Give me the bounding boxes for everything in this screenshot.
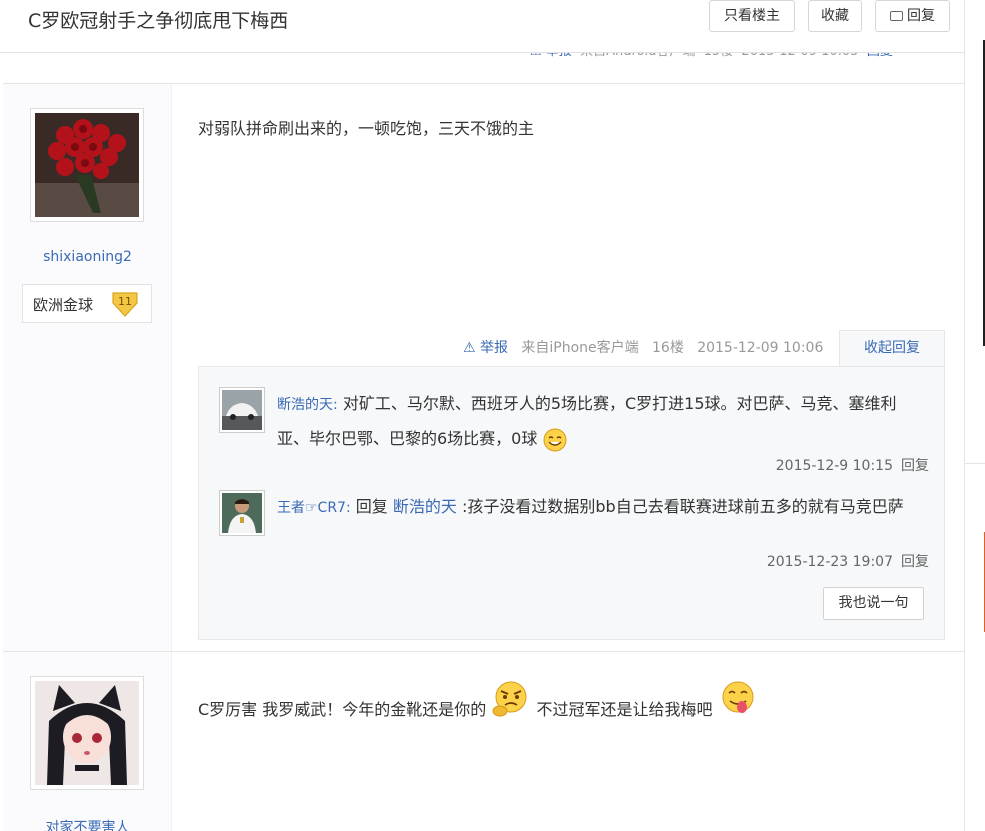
reply-item: 王者☞CR7: 回复 断浩的天 :孩子没看过数据别bb自己去看联赛进球前五多的就… [219, 490, 929, 580]
thread-title: C罗欧冠射手之争彻底甩下梅西 [28, 10, 289, 32]
badge-name: 欧洲金球 [33, 296, 94, 314]
thread-page: C罗欧冠射手之争彻底甩下梅西 只看楼主 收藏 回复 ⚠ 举报 来自Android… [0, 0, 985, 831]
reply-prefix: 回复 [355, 497, 388, 516]
post-text-part1: C罗厉害 我罗威武！今年的金靴还是你的 [198, 700, 487, 719]
reply-button[interactable]: 回复 [875, 0, 950, 32]
reply-body: 对矿工、马尔默、西班牙人的5场比赛，C罗打进15球。对巴萨、马竞、塞维利亚、毕尔… [277, 394, 897, 448]
reply-text: 王者☞CR7: 回复 断浩的天 :孩子没看过数据别bb自己去看联赛进球前五多的就… [277, 490, 927, 525]
report-link[interactable]: ⚠ 举报 [463, 340, 508, 356]
author-column: shixiaoning2 欧洲金球 11 [3, 84, 172, 651]
favorite-button[interactable]: 收藏 [808, 0, 862, 32]
username-link[interactable]: shixiaoning2 [3, 249, 172, 265]
thread-header: C罗欧冠射手之争彻底甩下梅西 只看楼主 收藏 回复 [0, 0, 964, 53]
tongue-emoji-icon [722, 681, 754, 713]
fold-replies-button[interactable]: 收起回复 [839, 330, 945, 366]
reply-meta: 2015-12-23 19:07 回复 [767, 551, 929, 571]
post-text-part2: 不过冠军还是让给我梅吧 [536, 700, 713, 719]
grin-emoji-icon [543, 428, 567, 451]
angry-emoji-icon [492, 681, 527, 717]
reply-target-link[interactable]: 断浩的天 [393, 497, 457, 516]
post-content: 对弱队拼命刷出来的，一顿吃饱，三天不饿的主 [198, 119, 535, 138]
right-divider [964, 0, 965, 831]
reply-avatar[interactable] [219, 387, 265, 433]
level-badge-icon: 11 [112, 292, 138, 317]
reply-panel: 断浩的天: 对矿工、马尔默、西班牙人的5场比赛，C罗打进15球。对巴萨、马竞、塞… [198, 366, 945, 640]
reply-item: 断浩的天: 对矿工、马尔默、西班牙人的5场比赛，C罗打进15球。对巴萨、马竞、塞… [219, 387, 929, 477]
anime-girl-avatar-image [35, 681, 139, 785]
reply-link[interactable]: 回复 [901, 458, 929, 474]
post-floor: shixiaoning2 欧洲金球 11 对弱队拼命刷出来的，一顿吃饱，三天不饿… [3, 83, 964, 652]
author-column: 对家不要害人 [3, 652, 172, 831]
reply-time: 2015-12-23 19:07 [766, 554, 893, 570]
only-op-button[interactable]: 只看楼主 [709, 0, 795, 32]
avatar[interactable] [30, 676, 144, 790]
player-avatar-image [222, 493, 262, 533]
member-badge[interactable]: 欧洲金球 11 [22, 284, 152, 323]
reply-meta: 2015-12-9 10:15 回复 [776, 455, 929, 475]
floor-number: 16楼 [652, 340, 684, 356]
reply-link[interactable]: 回复 [901, 554, 929, 570]
side-divider [965, 463, 985, 464]
username-link[interactable]: 对家不要害人 [3, 817, 172, 831]
post-tail: ⚠ 举报 来自iPhone客户端 16楼 2015-12-09 10:06 [463, 331, 823, 365]
reply-body: :孩子没看过数据别bb自己去看联赛进球前五多的就有马竞巴萨 [462, 497, 904, 516]
reply-author-link[interactable]: 断浩的天: [277, 397, 338, 413]
client-label: 来自iPhone客户端 [521, 340, 639, 356]
comment-icon [890, 11, 903, 21]
reply-avatar[interactable] [219, 490, 265, 536]
post-content: C罗厉害 我罗威武！今年的金靴还是你的 不过冠军还是让给我梅吧 [198, 679, 758, 732]
reply-author-link[interactable]: 王者☞CR7: [277, 500, 351, 516]
post-time: 2015-12-09 10:06 [697, 340, 824, 356]
post-floor: 对家不要害人 C罗厉害 我罗威武！今年的金靴还是你的 不过冠军还是让给我梅吧 [3, 652, 964, 831]
warning-icon: ⚠ [463, 340, 476, 356]
car-avatar-image [222, 390, 262, 430]
reply-text: 断浩的天: 对矿工、马尔默、西班牙人的5场比赛，C罗打进15球。对巴萨、马竞、塞… [277, 387, 927, 455]
avatar[interactable] [30, 108, 144, 222]
reply-time: 2015-12-9 10:15 [775, 458, 893, 474]
add-reply-button[interactable]: 我也说一句 [823, 587, 924, 620]
rose-bouquet-avatar-image [35, 113, 139, 217]
badge-level: 11 [118, 295, 132, 308]
reply-button-label: 回复 [907, 8, 935, 24]
